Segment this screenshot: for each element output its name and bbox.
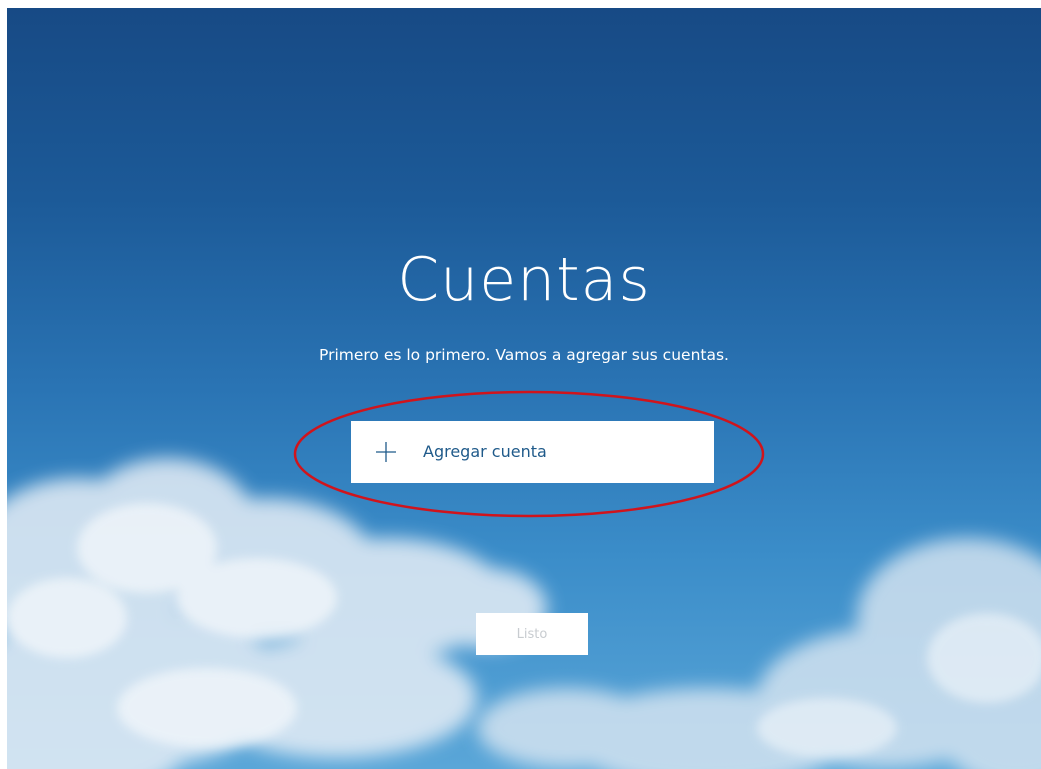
page-title: Cuentas xyxy=(397,245,651,315)
add-account-button[interactable]: Agregar cuenta xyxy=(351,421,714,483)
page-subtitle: Primero es lo primero. Vamos a agregar s… xyxy=(319,346,729,364)
app-window: Cuentas Primero es lo primero. Vamos a a… xyxy=(7,8,1041,769)
done-button[interactable]: Listo xyxy=(476,613,588,655)
add-account-label: Agregar cuenta xyxy=(423,442,547,461)
plus-icon xyxy=(376,442,396,462)
